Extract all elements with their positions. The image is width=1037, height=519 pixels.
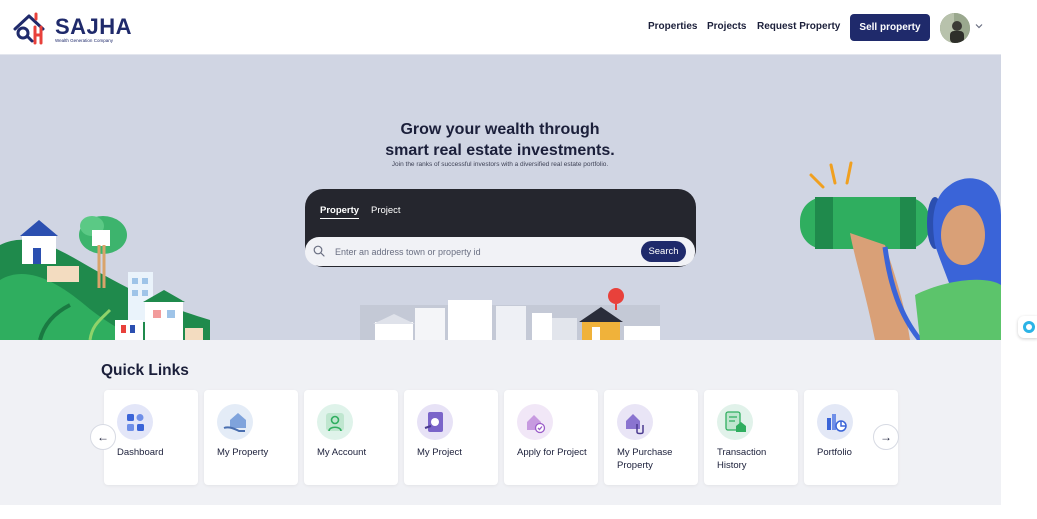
quick-links-title: Quick Links — [101, 362, 189, 379]
transaction-icon — [717, 404, 753, 440]
carousel-next-button[interactable]: → — [873, 424, 899, 450]
city-skyline-illustration — [360, 288, 660, 340]
search-icon — [313, 245, 325, 257]
quick-link-label: My Project — [417, 447, 462, 458]
nav-projects[interactable]: Projects — [707, 21, 746, 32]
search-input[interactable] — [335, 242, 635, 261]
nav-properties[interactable]: Properties — [648, 21, 697, 32]
woman-binoculars-illustration — [800, 161, 1001, 340]
quick-link-dashboard[interactable]: Dashboard — [104, 390, 198, 485]
user-icon — [317, 404, 353, 440]
tab-property[interactable]: Property — [320, 205, 360, 219]
quick-link-label: My Account — [317, 447, 367, 458]
portfolio-icon — [817, 404, 853, 440]
quick-link-my-account[interactable]: My Account — [304, 390, 398, 485]
quick-link-label: Apply for Project — [517, 447, 587, 458]
quick-link-label: My Purchase Property — [617, 447, 673, 471]
search-bar: Search — [305, 237, 695, 266]
arrow-right-icon: → — [880, 430, 892, 444]
header: SAJHA Wealth Generation Company Properti… — [0, 0, 1001, 55]
quick-link-my-purchase-property[interactable]: My Purchase Property — [604, 390, 698, 485]
chat-widget-button[interactable] — [1018, 316, 1037, 338]
hero-title: Grow your wealth through smart real esta… — [300, 119, 700, 161]
quick-link-my-project[interactable]: My Project — [404, 390, 498, 485]
avatar-photo — [940, 13, 970, 43]
hero-subtitle: Join the ranks of successful investors w… — [391, 161, 609, 168]
brand-tagline: Wealth Generation Company — [55, 38, 113, 43]
arrow-left-icon: ← — [97, 430, 109, 444]
search-button[interactable]: Search — [641, 241, 686, 262]
hero-banner: Grow your wealth through smart real esta… — [0, 55, 1001, 340]
hero-title-line1: Grow your wealth through — [400, 121, 600, 138]
purchase-icon — [617, 404, 653, 440]
chevron-down-icon[interactable] — [975, 22, 983, 30]
brand-name: SAJHA — [55, 14, 133, 39]
quick-link-label: My Property — [217, 447, 269, 458]
hills-houses-illustration — [0, 216, 210, 340]
carousel-prev-button[interactable]: ← — [90, 424, 116, 450]
quick-link-label: Dashboard — [117, 447, 164, 458]
quick-link-apply-project[interactable]: Apply for Project — [504, 390, 598, 485]
quick-links-section: Quick Links Dashboard My Property My Acc… — [0, 340, 1001, 505]
quick-link-transaction-history[interactable]: Transaction History — [704, 390, 798, 485]
logo-mark-icon — [13, 12, 45, 45]
chat-icon — [1023, 321, 1035, 333]
sell-property-button[interactable]: Sell property — [850, 14, 930, 41]
nav-request-property[interactable]: Request Property — [757, 21, 840, 32]
quick-link-my-property[interactable]: My Property — [204, 390, 298, 485]
tab-project[interactable]: Project — [371, 205, 401, 216]
page: SAJHA Wealth Generation Company Properti… — [0, 0, 1037, 519]
apply-icon — [517, 404, 553, 440]
quick-link-label: Transaction History — [717, 447, 767, 471]
dashboard-icon — [117, 404, 153, 440]
home-hand-icon — [217, 404, 253, 440]
brand-logo[interactable]: SAJHA Wealth Generation Company — [12, 11, 137, 45]
project-icon — [417, 404, 453, 440]
hero-title-line2: smart real estate investments. — [385, 142, 615, 159]
user-avatar[interactable] — [940, 13, 970, 43]
